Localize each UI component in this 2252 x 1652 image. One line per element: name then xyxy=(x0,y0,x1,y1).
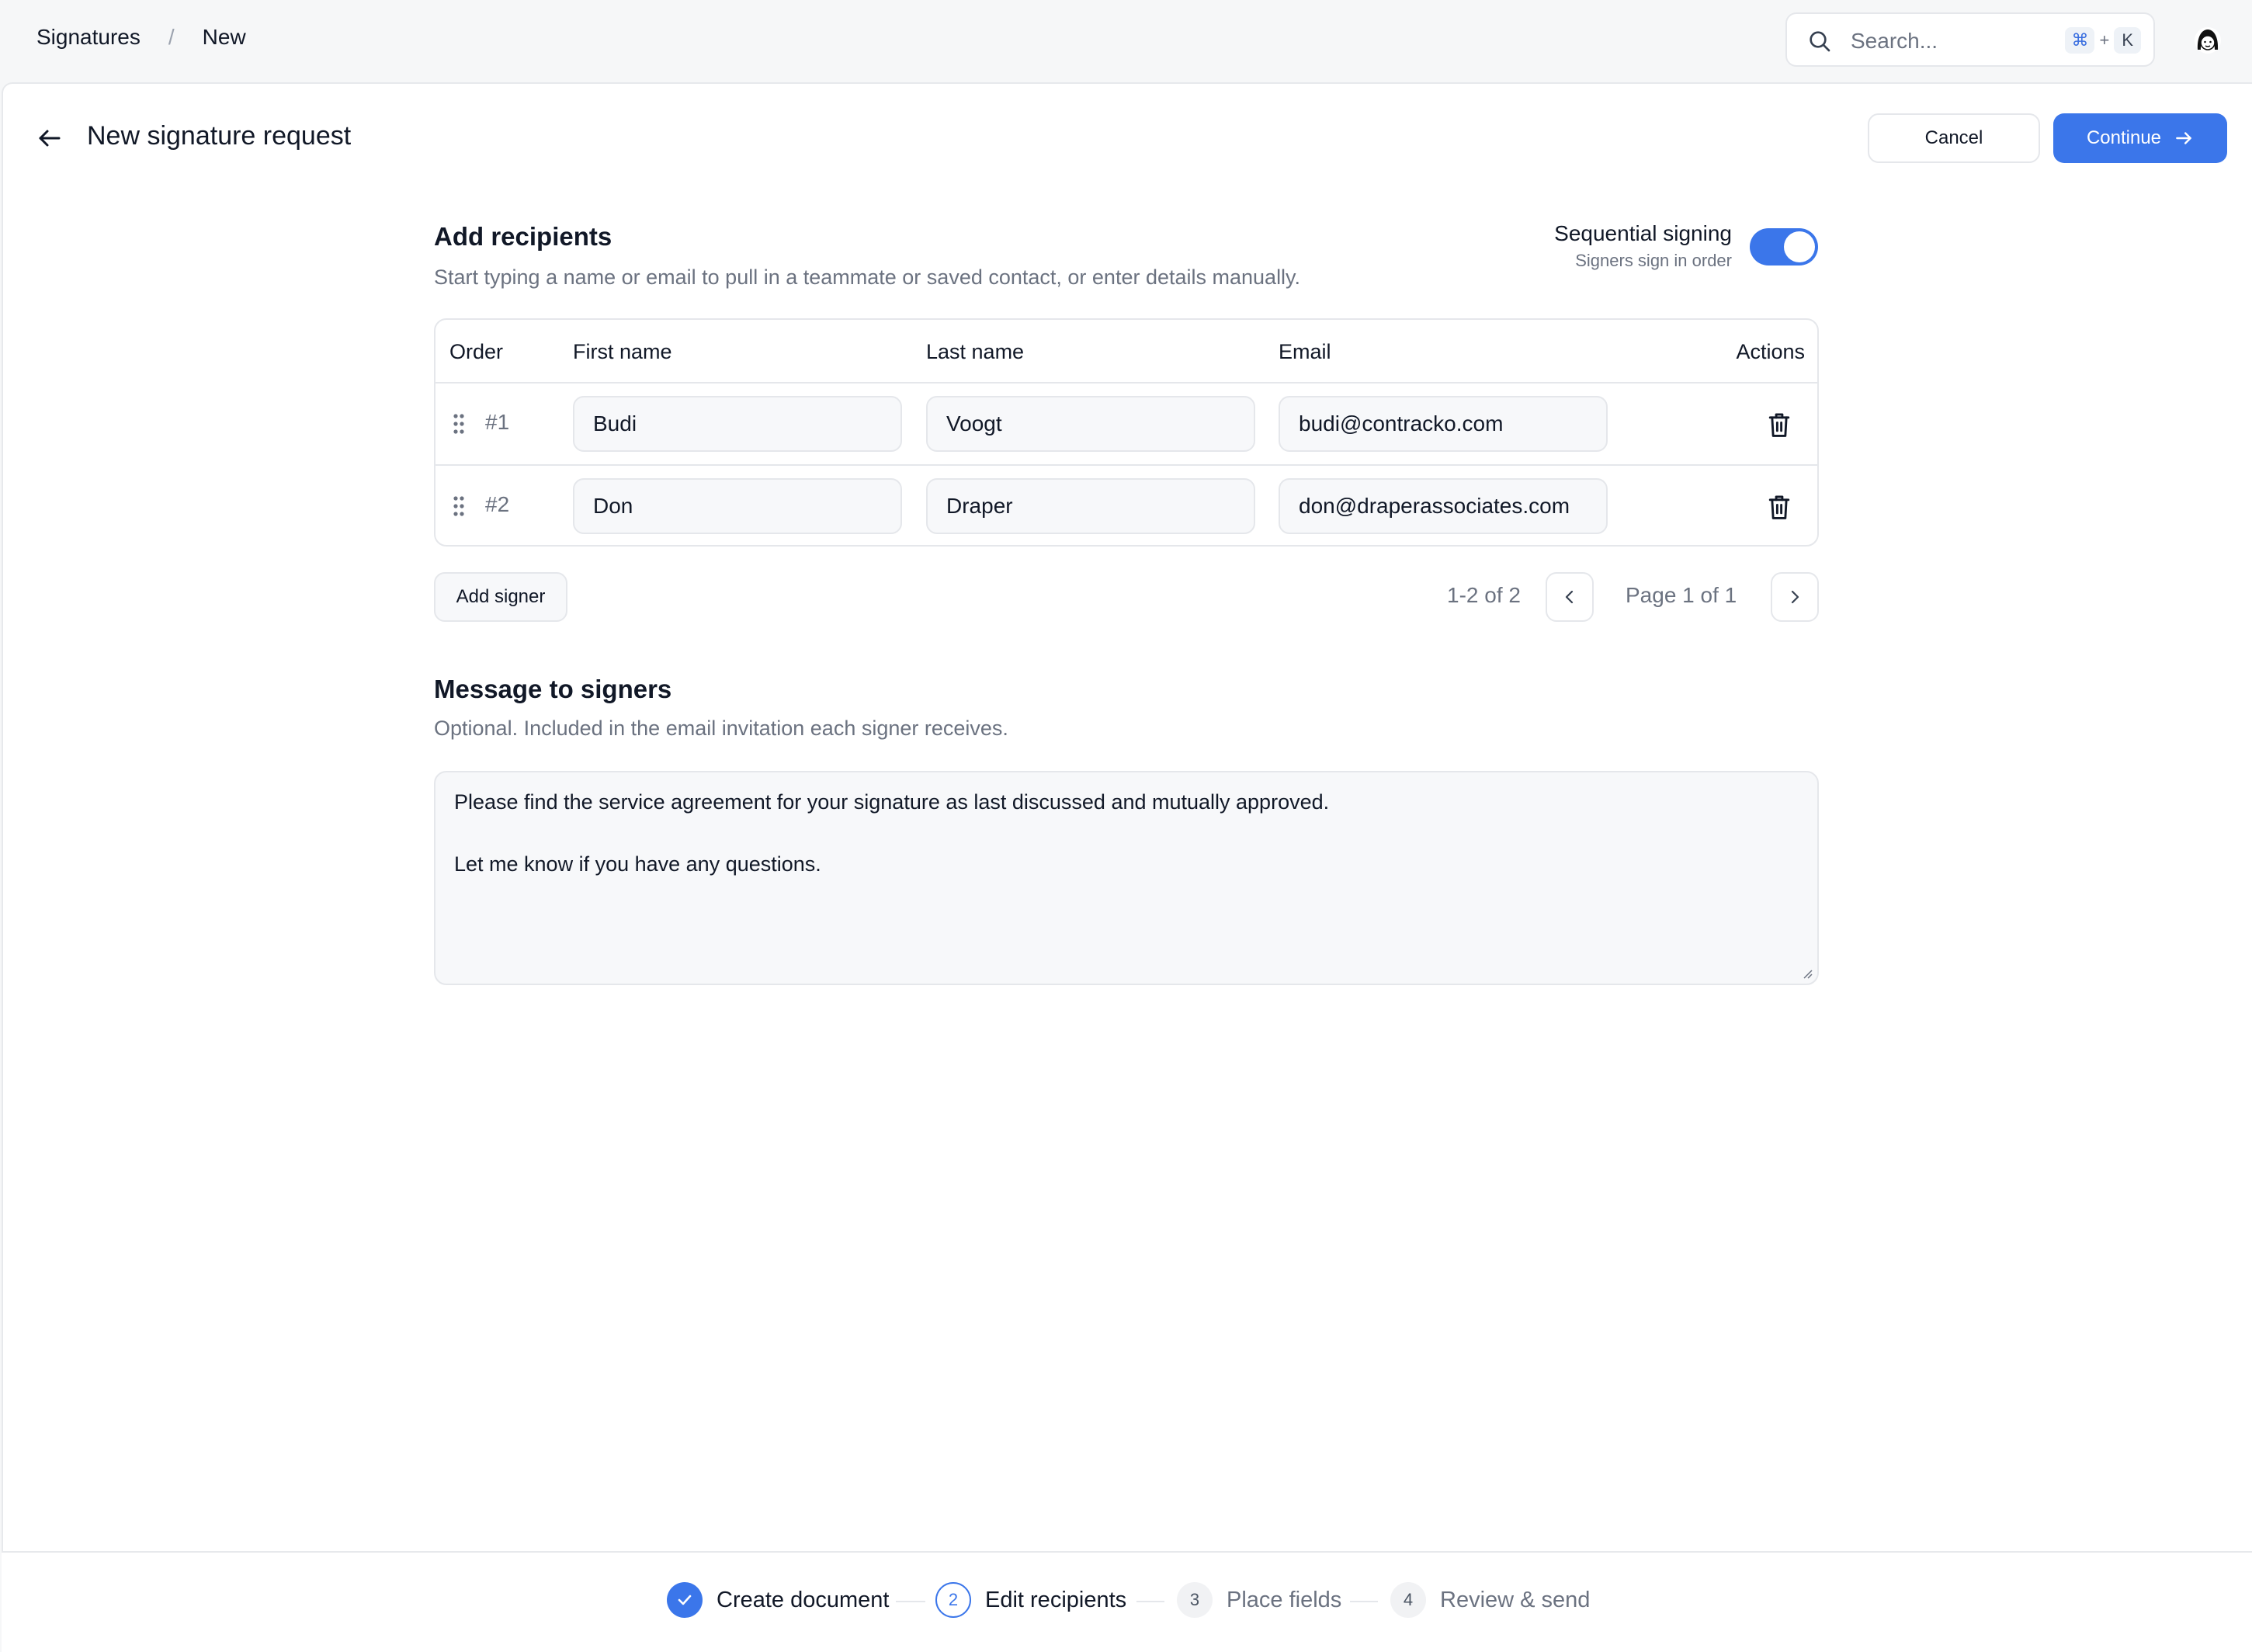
breadcrumb-current: New xyxy=(202,24,246,49)
email-input[interactable]: don@draperassociates.com xyxy=(1279,478,1608,534)
step-label: Create document xyxy=(717,1587,890,1612)
sequential-signing-sub: Signers sign in order xyxy=(1575,251,1732,270)
k-key: K xyxy=(2114,27,2141,54)
step-edit-recipients[interactable]: 2 Edit recipients xyxy=(935,1582,1126,1618)
add-signer-button[interactable]: Add signer xyxy=(434,572,567,622)
step-label: Edit recipients xyxy=(985,1587,1127,1612)
recipients-title: Add recipients xyxy=(434,222,612,251)
breadcrumb-separator: / xyxy=(168,24,175,49)
table-row: #1 Budi Voogt budi@contracko.com xyxy=(435,382,1817,466)
column-last-name: Last name xyxy=(926,340,1025,363)
email-input[interactable]: budi@contracko.com xyxy=(1279,396,1608,452)
step-connector xyxy=(896,1601,925,1602)
sequential-signing-toggle[interactable] xyxy=(1750,228,1818,266)
step-connector xyxy=(1136,1601,1164,1602)
step-place-fields[interactable]: 3 Place fields xyxy=(1177,1582,1341,1618)
trash-icon[interactable] xyxy=(1767,411,1792,438)
breadcrumb-root[interactable]: Signatures xyxy=(36,25,141,50)
trash-icon[interactable] xyxy=(1767,494,1792,520)
continue-label: Continue xyxy=(2086,127,2162,148)
top-bar: Signatures / New Search... ⌘ + K xyxy=(0,0,2252,82)
command-key: ⌘ xyxy=(2065,27,2095,54)
drag-handle-icon[interactable] xyxy=(453,413,465,435)
column-email: Email xyxy=(1279,340,1331,363)
message-subtitle: Optional. Included in the email invitati… xyxy=(434,717,1008,740)
avatar[interactable] xyxy=(2194,26,2222,54)
column-order: Order xyxy=(449,340,504,363)
sequential-signing-label: Sequential signing xyxy=(1554,221,1732,245)
chevron-right-icon xyxy=(1791,590,1799,604)
shortcut-plus: + xyxy=(2099,30,2110,50)
row-order: #1 xyxy=(485,410,510,434)
step-number: 2 xyxy=(935,1582,971,1618)
step-label: Place fields xyxy=(1227,1587,1342,1612)
step-number: 4 xyxy=(1390,1582,1426,1618)
arrow-right-icon xyxy=(2176,132,2191,144)
stepper: Create document 2 Edit recipients 3 Plac… xyxy=(2,1551,2252,1652)
cancel-button[interactable]: Cancel xyxy=(1868,113,2040,163)
search-shortcut: ⌘ + K xyxy=(2065,27,2141,54)
step-connector xyxy=(1350,1601,1378,1602)
table-row: #2 Don Draper don@draperassociates.com xyxy=(435,464,1817,548)
step-number: 3 xyxy=(1177,1582,1213,1618)
first-name-input[interactable]: Budi xyxy=(573,396,902,452)
row-order: #2 xyxy=(485,492,510,516)
message-body: Please find the service agreement for yo… xyxy=(454,790,1330,876)
prev-page-button[interactable] xyxy=(1546,572,1594,622)
first-name-input[interactable]: Don xyxy=(573,478,902,534)
column-first-name: First name xyxy=(573,340,672,363)
recipients-subtitle: Start typing a name or email to pull in … xyxy=(434,266,1301,289)
message-textarea[interactable]: Please find the service agreement for yo… xyxy=(434,771,1819,985)
resize-handle-icon[interactable] xyxy=(1802,968,1813,979)
breadcrumb: Signatures / New xyxy=(36,23,246,50)
chevron-left-icon xyxy=(1565,590,1574,604)
step-label: Review & send xyxy=(1440,1587,1591,1612)
step-create-document[interactable]: Create document xyxy=(667,1582,889,1618)
message-title: Message to signers xyxy=(434,675,672,703)
last-name-input[interactable]: Draper xyxy=(926,478,1255,534)
column-actions: Actions xyxy=(1736,340,1805,363)
drag-handle-icon[interactable] xyxy=(453,495,465,517)
check-icon xyxy=(667,1582,703,1618)
next-page-button[interactable] xyxy=(1771,572,1819,622)
toggle-knob xyxy=(1784,231,1815,262)
last-name-input[interactable]: Voogt xyxy=(926,396,1255,452)
page-title: New signature request xyxy=(87,121,352,151)
search-placeholder: Search... xyxy=(1851,29,1938,53)
search-icon xyxy=(1810,31,1830,52)
search-box[interactable]: Search... ⌘ + K xyxy=(1785,12,2155,67)
back-arrow-icon[interactable] xyxy=(36,124,64,152)
pagination-page: Page 1 of 1 xyxy=(1626,583,1737,607)
step-review-send[interactable]: 4 Review & send xyxy=(1390,1582,1590,1618)
recipients-table: Order First name Last name Email Actions… xyxy=(434,318,1819,547)
pagination-range: 1-2 of 2 xyxy=(1447,583,1521,607)
continue-button[interactable]: Continue xyxy=(2053,113,2227,163)
